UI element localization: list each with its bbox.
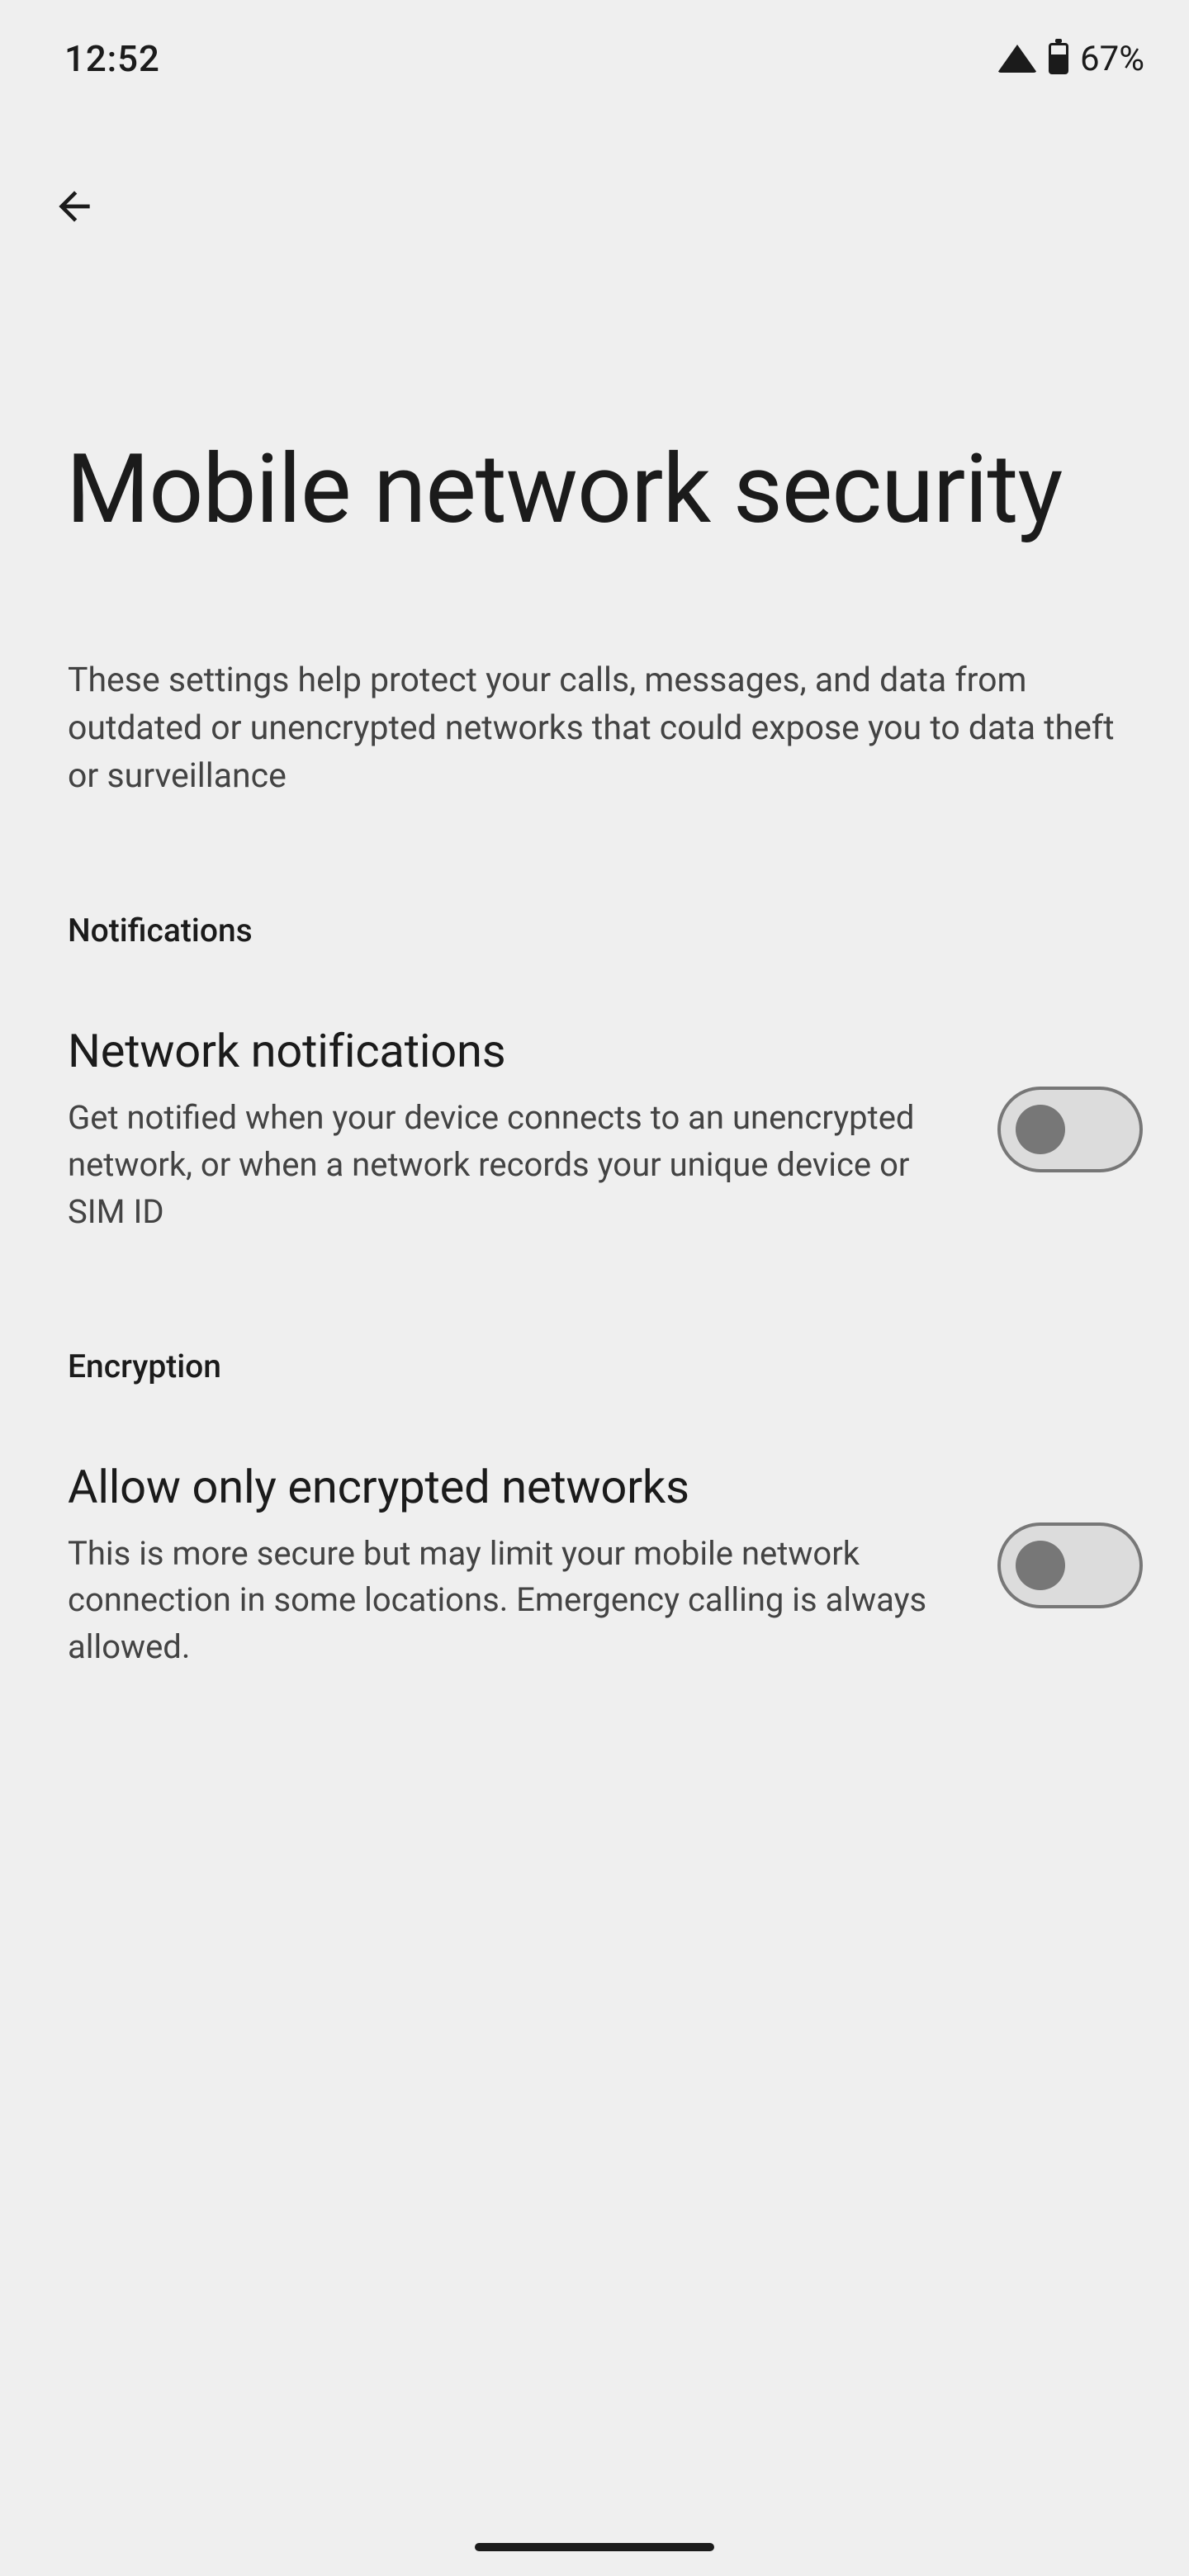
navigation-pill[interactable] bbox=[475, 2543, 714, 2551]
status-right: 67% bbox=[997, 39, 1144, 79]
status-time: 12:52 bbox=[64, 37, 160, 80]
setting-description: Get notified when your device connects t… bbox=[68, 1095, 964, 1235]
toggle-thumb bbox=[1016, 1105, 1065, 1154]
app-bar bbox=[0, 91, 1189, 242]
section-header-notifications: Notifications bbox=[0, 800, 1189, 949]
back-button[interactable] bbox=[41, 173, 107, 242]
section-header-encryption: Encryption bbox=[0, 1236, 1189, 1385]
setting-text: Allow only encrypted networks This is mo… bbox=[68, 1460, 964, 1671]
allow-only-encrypted-toggle[interactable] bbox=[997, 1522, 1143, 1608]
status-bar: 12:52 67% bbox=[0, 0, 1189, 91]
setting-description: This is more secure but may limit your m… bbox=[68, 1531, 964, 1671]
setting-title: Allow only encrypted networks bbox=[68, 1460, 964, 1514]
network-notifications-toggle[interactable] bbox=[997, 1087, 1143, 1172]
setting-allow-only-encrypted[interactable]: Allow only encrypted networks This is mo… bbox=[0, 1385, 1189, 1671]
arrow-back-icon bbox=[51, 183, 97, 230]
page-description: These settings help protect your calls, … bbox=[0, 549, 1189, 801]
setting-text: Network notifications Get notified when … bbox=[68, 1024, 964, 1235]
wifi-icon bbox=[997, 45, 1037, 73]
battery-icon bbox=[1049, 43, 1068, 74]
setting-network-notifications[interactable]: Network notifications Get notified when … bbox=[0, 949, 1189, 1235]
battery-percentage: 67% bbox=[1080, 39, 1144, 79]
page-title: Mobile network security bbox=[0, 242, 1189, 549]
toggle-thumb bbox=[1016, 1541, 1065, 1590]
setting-title: Network notifications bbox=[68, 1024, 964, 1078]
